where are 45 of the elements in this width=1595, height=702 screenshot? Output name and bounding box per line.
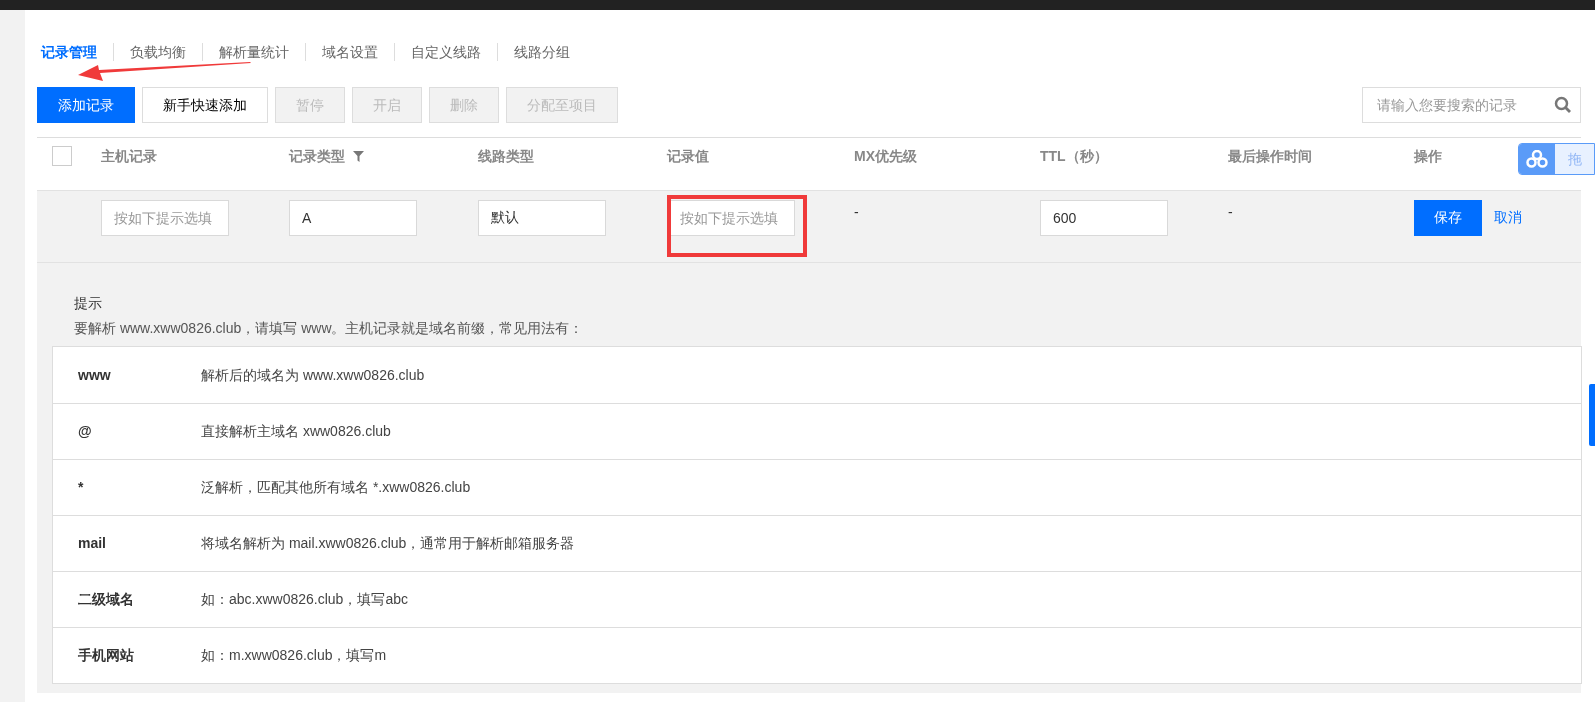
- example-description: 如：abc.xww0826.club，填写abc: [201, 590, 408, 609]
- tab[interactable]: 解析量统计: [219, 41, 289, 63]
- filter-icon[interactable]: [353, 150, 364, 162]
- widget-label: 拖: [1567, 150, 1582, 169]
- column-header: 记录值: [667, 146, 709, 166]
- search-field[interactable]: 请输入您要搜索的记录: [1362, 87, 1581, 123]
- cloud-icon: [1526, 150, 1548, 168]
- column-header: 操作: [1414, 146, 1442, 166]
- column-header: MX优先级: [854, 146, 917, 166]
- example-key: *: [53, 477, 201, 498]
- toolbar-button[interactable]: 添加记录: [37, 87, 135, 123]
- example-description: 将域名解析为 mail.xww0826.club，通常用于解析邮箱服务器: [201, 534, 575, 553]
- tab[interactable]: 域名设置: [322, 41, 378, 63]
- record-type-field[interactable]: A: [289, 199, 417, 236]
- example-description: 直接解析主域名 xww0826.club: [201, 422, 391, 441]
- column-header: 线路类型: [478, 146, 534, 166]
- example-key: 二级域名: [53, 589, 201, 610]
- search-icon[interactable]: [1554, 96, 1572, 114]
- column-header: TTL（秒）: [1040, 146, 1108, 166]
- toolbar-button[interactable]: 新手快速添加: [142, 87, 268, 123]
- hint-title: 提示: [74, 294, 103, 313]
- example-key: @: [53, 421, 201, 442]
- column-header: 最后操作时间: [1228, 146, 1312, 166]
- example-key: www: [53, 364, 201, 386]
- host-record-field[interactable]: 按如下提示选填: [101, 199, 229, 236]
- example-description: 泛解析，匹配其他所有域名 *.xww0826.club: [201, 478, 471, 497]
- scrollbar[interactable]: [1589, 384, 1595, 446]
- mx-priority: -: [854, 204, 859, 221]
- tab[interactable]: 记录管理: [37, 41, 97, 63]
- tab[interactable]: 线路分组: [514, 41, 570, 63]
- tab[interactable]: 自定义线路: [411, 41, 481, 63]
- example-key: mail: [53, 533, 201, 554]
- example-description: 如：m.xww0826.club，填写m: [201, 646, 387, 665]
- ttl-field[interactable]: 600: [1040, 199, 1168, 236]
- column-header: 主机记录: [101, 146, 157, 166]
- save-button[interactable]: 保存: [1414, 199, 1482, 236]
- hint-text: 要解析 www.xww0826.club，请填写 www。主机记录就是域名前缀，常见用法有：: [74, 319, 585, 338]
- select-all-checkbox[interactable]: [52, 146, 72, 167]
- column-header: 记录类型: [289, 146, 345, 166]
- last-operation-time: -: [1228, 204, 1233, 221]
- line-type-field[interactable]: 默认: [478, 199, 606, 236]
- cancel-link[interactable]: 取消: [1494, 207, 1522, 229]
- example-description: 解析后的域名为 www.xww0826.club: [201, 365, 425, 385]
- example-key: 手机网站: [53, 645, 201, 666]
- tab[interactable]: 负载均衡: [130, 41, 186, 63]
